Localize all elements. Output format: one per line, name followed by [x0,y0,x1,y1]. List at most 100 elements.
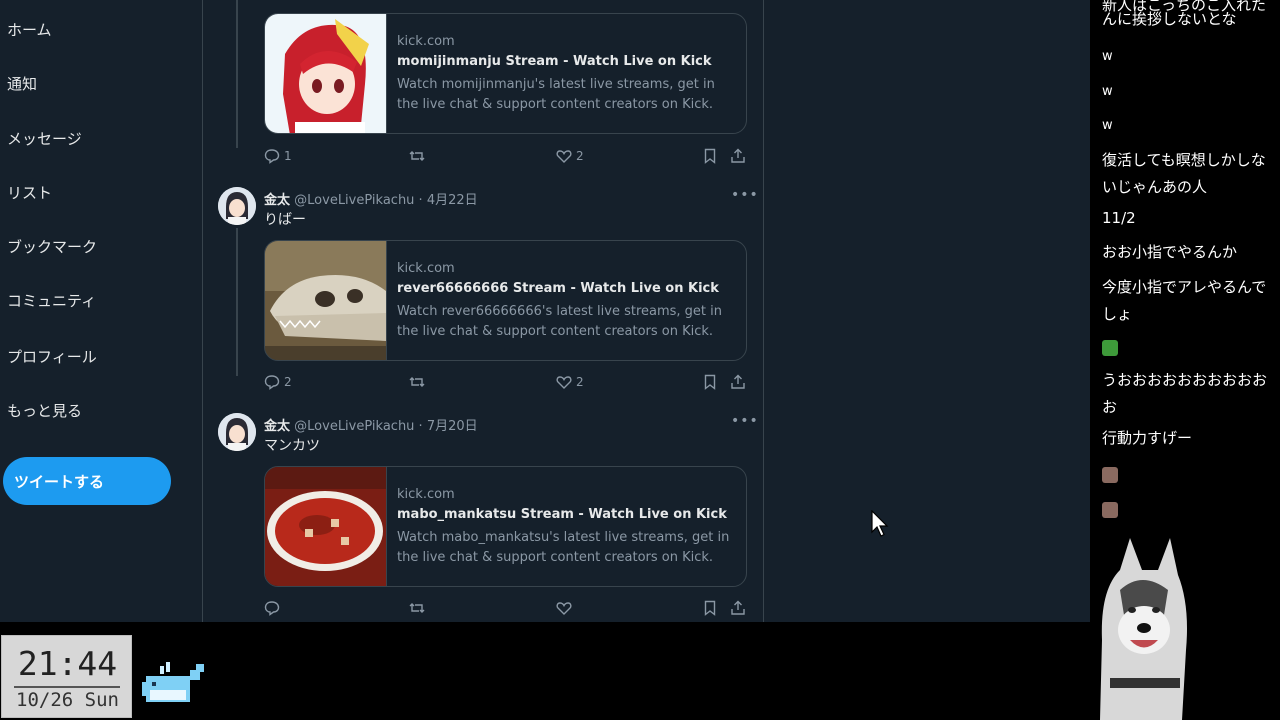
frog-emote-icon [1102,340,1118,356]
tweet-button[interactable]: ツイートする [3,457,171,505]
nav-messages[interactable]: メッセージ [7,128,82,149]
tweet-header: 金太 @LoveLivePikachu · 7月20日 [264,415,478,434]
mouse-cursor-icon [871,510,889,537]
heart-icon [556,602,572,615]
retweet-button[interactable] [409,374,429,390]
like-button[interactable]: 2 [556,374,584,390]
share-button[interactable] [730,600,746,616]
nav-bookmarks[interactable]: ブックマーク [7,236,97,257]
share-icon [731,600,745,615]
retweet-icon [409,603,425,613]
user-emote-icon [1102,467,1118,483]
bookmark-icon [704,600,716,616]
nav-profile[interactable]: プロフィール [7,346,97,367]
author-name[interactable]: 金太 [264,193,290,208]
card-thumbnail-dinosaur-skull [265,241,387,360]
bookmark-button[interactable] [702,148,718,164]
card-description: Watch rever66666666's latest live stream… [397,304,722,339]
chat-message: 今度小指でアレやるんでしょ [1102,278,1267,323]
retweet-button[interactable] [409,148,429,164]
card-title: mabo_mankatsu Stream - Watch Live on Kic… [397,507,727,522]
tweet-date[interactable]: 7月20日 [427,419,478,434]
author-name[interactable]: 金太 [264,419,290,434]
clock-time: 21:44 [17,644,118,683]
clock-widget: 21:44 10/26 Sun [1,635,132,718]
link-card[interactable]: kick.com rever66666666 Stream - Watch Li… [264,240,747,361]
tweet-actions: 1 2 [264,148,747,166]
nav-notifications[interactable]: 通知 [7,73,37,94]
card-title: rever66666666 Stream - Watch Live on Kic… [397,281,719,296]
bookmark-icon [704,374,716,390]
tweet-text: りばー [264,212,306,228]
heart-icon [556,376,572,389]
bookmark-icon [704,148,716,164]
link-card[interactable]: kick.com mabo_mankatsu Stream - Watch Li… [264,466,747,587]
card-title: momijinmanju Stream - Watch Live on Kick [397,54,712,69]
nav-home[interactable]: ホーム [7,19,52,40]
like-button[interactable] [556,600,576,616]
card-description: Watch mabo_mankatsu's latest live stream… [397,530,730,565]
card-domain: kick.com [397,487,455,502]
card-description: Watch momijinmanju's latest live streams… [397,77,715,112]
sidebar-nav: ホーム 通知 メッセージ リスト ブックマーク コミュニティ プロフィール もっ… [0,0,203,622]
clock-date: 10/26 Sun [16,689,119,711]
like-count: 2 [576,375,584,389]
chat-message: うおおおおおおおおおおお [1102,371,1268,416]
reply-count: 2 [284,375,292,389]
clock-divider [14,686,120,688]
chat-message: おお小指でやるんか [1102,243,1238,261]
tweet-text: マンカツ [264,438,320,454]
chat-message: w [1102,84,1113,99]
retweet-icon [409,377,425,387]
avatar[interactable] [218,413,256,451]
like-count: 2 [576,149,584,163]
author-handle[interactable]: @LoveLivePikachu [294,419,414,434]
user-emote-icon [1102,502,1118,518]
retweet-button[interactable] [409,600,429,616]
separator: · [414,419,427,434]
chat-message: 行動力すげー [1102,429,1193,447]
separator: · [414,193,427,208]
pixel-whale-mascot-icon [142,662,204,702]
tweet-date[interactable]: 4月22日 [427,193,478,208]
reply-button[interactable]: 2 [264,374,292,390]
husky-webcam-image [1090,530,1190,720]
more-options-icon[interactable]: ••• [731,187,759,203]
reply-icon [264,601,280,616]
share-button[interactable] [730,374,746,390]
right-column [764,0,1090,622]
timeline[interactable]: kick.com momijinmanju Stream - Watch Liv… [203,0,763,622]
bookmark-button[interactable] [702,600,718,616]
link-card[interactable]: kick.com momijinmanju Stream - Watch Liv… [264,13,747,134]
bookmark-button[interactable] [702,374,718,390]
chat-message: w [1102,118,1113,133]
thread-line [236,228,238,376]
reply-button[interactable] [264,600,284,616]
heart-icon [556,150,572,163]
card-thumbnail-mapo-tofu [265,467,387,586]
share-button[interactable] [730,148,746,164]
chat-message: w [1102,49,1113,64]
nav-communities[interactable]: コミュニティ [7,290,96,311]
nav-lists[interactable]: リスト [7,182,52,203]
nav-more[interactable]: もっと見る [7,400,82,421]
chat-message: 復活しても瞑想しかしないじゃんあの人 [1102,151,1266,196]
reply-icon [264,149,280,164]
card-domain: kick.com [397,34,455,49]
thread-line [236,0,238,148]
retweet-icon [409,151,425,161]
tweet-actions [264,600,747,618]
reply-count: 1 [284,149,292,163]
card-domain: kick.com [397,261,455,276]
author-handle[interactable]: @LoveLivePikachu [294,193,414,208]
card-thumbnail-anime-girl [265,14,387,133]
chat-message: んに挨拶しないとな [1102,10,1237,28]
share-icon [731,148,745,163]
avatar[interactable] [218,187,256,225]
reply-button[interactable]: 1 [264,148,292,164]
share-icon [731,374,745,389]
chat-message: 11/2 [1102,209,1136,227]
tweet-actions: 2 2 [264,374,747,392]
like-button[interactable]: 2 [556,148,584,164]
more-options-icon[interactable]: ••• [731,413,759,429]
